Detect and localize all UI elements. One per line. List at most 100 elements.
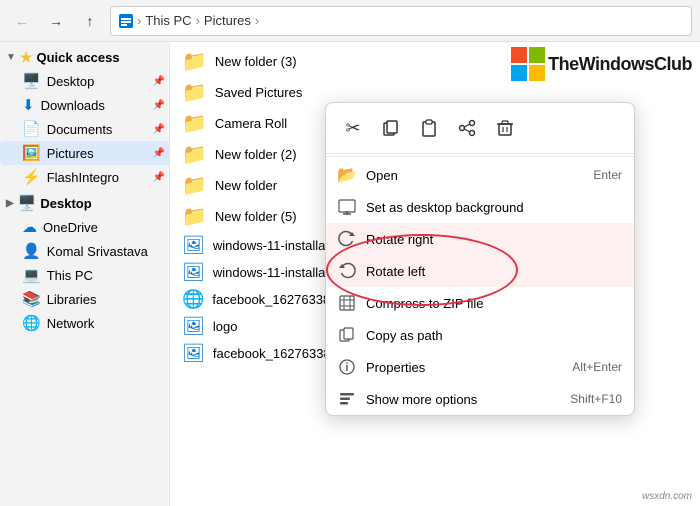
ctx-desktop-bg-label: Set as desktop background — [366, 200, 524, 215]
komal-icon: 👤 — [22, 242, 41, 260]
desktop-bg-icon — [338, 198, 356, 216]
image-file-icon: 🖼 — [182, 235, 205, 256]
copy-path-svg — [338, 326, 356, 344]
rotate-right-svg — [338, 230, 356, 248]
delete-icon — [496, 119, 514, 137]
more-options-svg — [338, 390, 356, 408]
ctx-properties-shortcut: Alt+Enter — [572, 360, 622, 374]
folder-icon: 📁 — [182, 49, 207, 74]
downloads-label: Downloads — [41, 98, 105, 113]
ctx-copy-path-item[interactable]: Copy as path — [326, 319, 634, 351]
forward-button[interactable]: → — [42, 7, 70, 35]
ctx-properties-label: Properties — [366, 360, 425, 375]
ctx-properties-item[interactable]: Properties Alt+Enter — [326, 351, 634, 383]
sidebar-item-pictures[interactable]: 🖼️ Pictures 📌 — [0, 141, 169, 165]
desktop-section-header[interactable]: ▶ 🖥️ Desktop — [0, 191, 169, 215]
pictures-icon: 🖼️ — [22, 144, 41, 162]
network-icon: 🌐 — [22, 314, 41, 332]
copy-icon — [382, 119, 400, 137]
ctx-copy-path-label: Copy as path — [366, 328, 443, 343]
folder-icon: 📁 — [182, 80, 207, 105]
desktop-section: ▶ 🖥️ Desktop ☁ OneDrive 👤 Komal Srivasta… — [0, 191, 169, 335]
flash-icon: ⚡ — [22, 168, 41, 186]
address-icon — [119, 14, 133, 28]
flash-label: FlashIntegro — [47, 170, 119, 185]
folder-icon: 📁 — [182, 111, 207, 136]
quick-access-header[interactable]: ▼ ★ Quick access — [0, 46, 169, 69]
ctx-more-options-shortcut: Shift+F10 — [570, 392, 622, 406]
address-sep1: › — [137, 13, 141, 28]
sidebar-item-downloads[interactable]: ⬇ Downloads 📌 — [0, 93, 169, 117]
pin-icon-downloads: 📌 — [153, 100, 165, 111]
copy-path-icon — [338, 326, 356, 344]
rotate-left-svg — [338, 262, 356, 280]
sidebar-item-komal[interactable]: 👤 Komal Srivastavа — [0, 239, 169, 263]
file-name: Saved Pictures — [215, 85, 688, 100]
back-button[interactable]: ← — [8, 7, 36, 35]
ctx-rotate-left-label: Rotate left — [366, 264, 425, 279]
sidebar-item-thispc[interactable]: 💻 This PC — [0, 263, 169, 287]
quick-access-label: Quick access — [36, 50, 119, 65]
chrome-file-icon: 🌐 — [182, 289, 204, 310]
ctx-copy-button[interactable] — [374, 111, 408, 145]
ctx-separator — [326, 156, 634, 157]
desktop-section-label: Desktop — [40, 196, 91, 211]
ctx-rotate-right-item[interactable]: Rotate right — [326, 223, 634, 255]
libraries-icon: 📚 — [22, 290, 41, 308]
pin-icon-pictures: 📌 — [153, 148, 165, 159]
ctx-more-options-label: Show more options — [366, 392, 477, 407]
ctx-desktop-bg-item[interactable]: Set as desktop background — [326, 191, 634, 223]
onedrive-label: OneDrive — [43, 220, 98, 235]
compress-svg — [338, 294, 356, 312]
watermark: wsxdn.com — [642, 491, 692, 502]
main-layout: ▼ ★ Quick access 🖥️ Desktop 📌 ⬇ Download… — [0, 42, 700, 506]
desktop-section-icon: 🖥️ — [18, 194, 37, 212]
share-icon — [458, 119, 476, 137]
up-button[interactable]: ↑ — [76, 7, 104, 35]
pin-icon-desktop: 📌 — [153, 76, 165, 87]
sidebar-item-libraries[interactable]: 📚 Libraries — [0, 287, 169, 311]
ctx-open-shortcut: Enter — [593, 168, 622, 182]
ctx-rotate-right-label: Rotate right — [366, 232, 433, 247]
ctx-more-options-item[interactable]: Show more options Shift+F10 — [326, 383, 634, 415]
desktop-section-chevron: ▶ — [6, 198, 14, 209]
ctx-rotate-left-item[interactable]: Rotate left — [326, 255, 634, 287]
sidebar-item-onedrive[interactable]: ☁ OneDrive — [0, 215, 169, 239]
address-this-pc[interactable]: This PC — [145, 13, 191, 28]
sidebar-item-documents[interactable]: 📄 Documents 📌 — [0, 117, 169, 141]
documents-icon: 📄 — [22, 120, 41, 138]
folder-icon: 📁 — [182, 142, 207, 167]
rotate-left-icon — [338, 262, 356, 280]
ctx-cut-button[interactable]: ✂ — [336, 111, 370, 145]
sidebar-item-flash[interactable]: ⚡ FlashIntegro 📌 — [0, 165, 169, 189]
thispc-icon: 💻 — [22, 266, 41, 284]
ctx-open-item[interactable]: 📂 Open Enter — [326, 159, 634, 191]
properties-svg — [338, 358, 356, 376]
ctx-compress-item[interactable]: Compress to ZIP file — [326, 287, 634, 319]
star-icon: ★ — [20, 49, 33, 66]
ctx-share-button[interactable] — [450, 111, 484, 145]
pin-icon-flash: 📌 — [153, 172, 165, 183]
network-label: Network — [47, 316, 95, 331]
context-menu[interactable]: ✂ 📂 — [325, 102, 635, 416]
more-options-icon — [338, 390, 356, 408]
address-pictures[interactable]: Pictures — [204, 13, 251, 28]
ctx-paste-button[interactable] — [412, 111, 446, 145]
komal-label: Komal Srivastavа — [47, 244, 148, 259]
pin-icon-documents: 📌 — [153, 124, 165, 135]
paste-icon — [420, 119, 438, 137]
address-sep3: › — [255, 13, 259, 28]
rotate-right-icon — [338, 230, 356, 248]
compress-icon — [338, 294, 356, 312]
sidebar-item-network[interactable]: 🌐 Network — [0, 311, 169, 335]
open-icon: 📂 — [338, 166, 356, 184]
folder-icon: 📁 — [182, 173, 207, 198]
ctx-compress-label: Compress to ZIP file — [366, 296, 484, 311]
address-sep2: › — [196, 13, 200, 28]
sidebar-item-desktop[interactable]: 🖥️ Desktop 📌 — [0, 69, 169, 93]
ctx-delete-button[interactable] — [488, 111, 522, 145]
image-file-icon: 🖼 — [182, 316, 205, 337]
address-bar[interactable]: › This PC › Pictures › — [110, 6, 692, 36]
desktop-label: Desktop — [47, 74, 95, 89]
documents-label: Documents — [47, 122, 113, 137]
